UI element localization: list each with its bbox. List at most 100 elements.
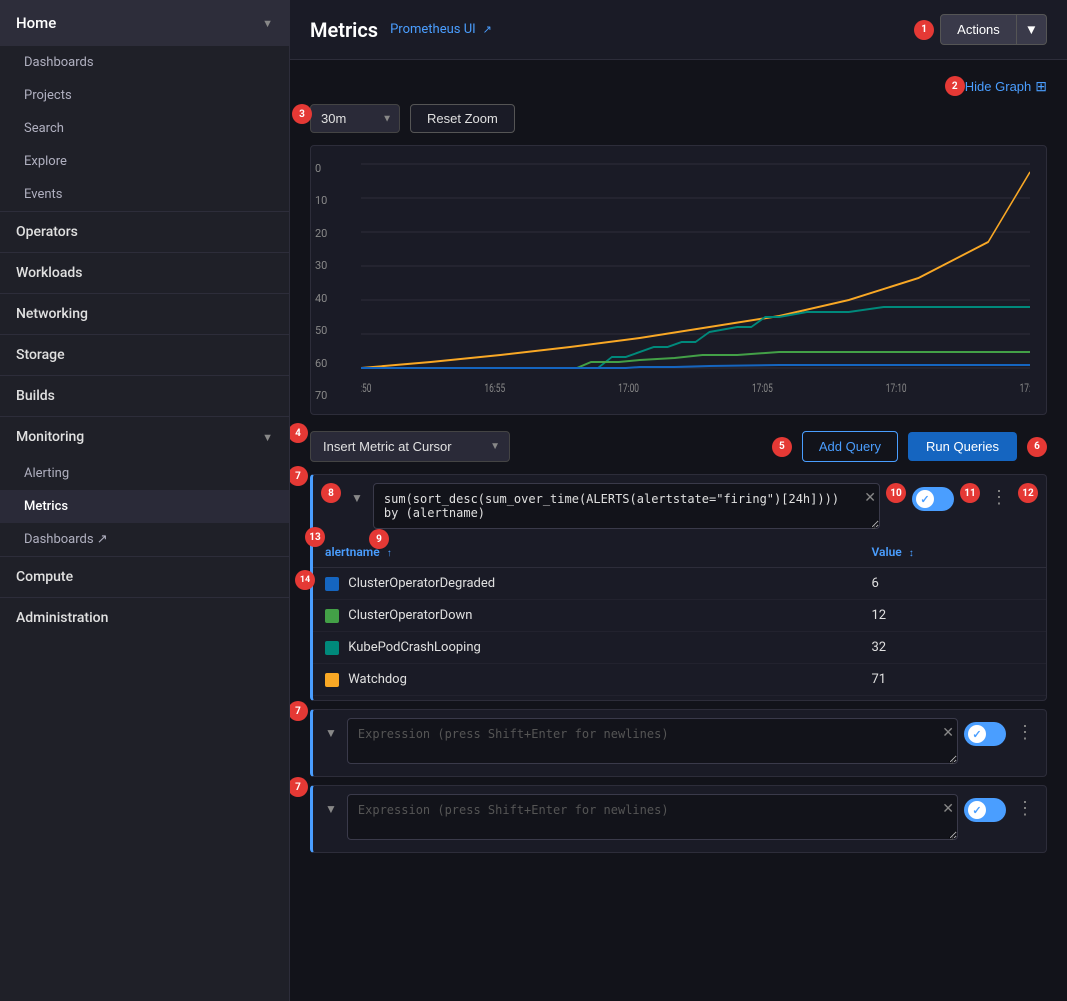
builds-label: Builds — [16, 388, 55, 404]
badge-7c: 7 — [290, 777, 308, 797]
time-select-wrap: 30m 1h 3h 6h 12h 1d — [310, 104, 400, 133]
storage-label: Storage — [16, 347, 65, 363]
sidebar-item-metrics[interactable]: Metrics — [0, 490, 289, 523]
actions-button-group: Actions ▼ — [940, 14, 1047, 45]
graph-toolbar: 2 Hide Graph ⊞ — [310, 76, 1047, 96]
collapse-button-2[interactable]: ▼ — [321, 722, 341, 744]
query-textarea-wrap-3: ✕ ⌟ — [347, 794, 958, 844]
color-swatch — [325, 641, 339, 655]
query-clear-button-1[interactable]: ✕ — [864, 489, 876, 506]
insert-metric-select[interactable]: Insert Metric at Cursor — [310, 431, 510, 462]
badge-2: 2 — [945, 76, 965, 96]
monitoring-chevron-icon: ▼ — [262, 431, 273, 444]
sidebar-section-administration[interactable]: Administration — [0, 597, 289, 638]
run-queries-button[interactable]: Run Queries — [908, 432, 1017, 461]
sidebar-item-projects[interactable]: Projects — [0, 79, 289, 112]
networking-label: Networking — [16, 306, 88, 322]
query-clear-button-3[interactable]: ✕ — [942, 800, 954, 817]
badge-9: 9 — [369, 529, 389, 549]
results-table-body: 14 ClusterOperatorDegraded 6 ClusterOper… — [313, 568, 1046, 696]
svg-text:16:55: 16:55 — [484, 380, 505, 395]
reset-zoom-button[interactable]: Reset Zoom — [410, 104, 515, 133]
sidebar-item-events[interactable]: Events — [0, 178, 289, 211]
more-options-button-3[interactable]: ⋮ — [1012, 796, 1038, 821]
col-alertname-header[interactable]: 13 alertname ↑ — [313, 537, 860, 568]
query-clear-button-2[interactable]: ✕ — [942, 724, 954, 741]
expr-row-2-wrap: 7 ▼ ✕ ⌟ ⋮ — [310, 709, 1047, 777]
sort-icon: ↑ — [387, 548, 392, 559]
sidebar: Home ▼ Dashboards Projects Search Explor… — [0, 0, 290, 1001]
workloads-label: Workloads — [16, 265, 82, 281]
add-query-button[interactable]: Add Query — [802, 431, 898, 462]
chart-container: 70 60 50 40 30 20 10 0 — [310, 145, 1047, 415]
home-subitems: Dashboards Projects Search Explore Event… — [0, 46, 289, 211]
sidebar-section-builds[interactable]: Builds — [0, 375, 289, 416]
graph-section: 2 Hide Graph ⊞ 3 30m 1h 3h 6h 12h 1d — [290, 60, 1067, 431]
color-swatch — [325, 577, 339, 591]
sidebar-item-dashboards-ext[interactable]: Dashboards ↗ — [0, 523, 289, 556]
sidebar-item-search[interactable]: Search — [0, 112, 289, 145]
graph-controls: 30m 1h 3h 6h 12h 1d Reset Zoom — [310, 104, 1047, 133]
main-header: Metrics Prometheus UI ↗ 1 Actions ▼ — [290, 0, 1067, 60]
badge-11: 11 — [960, 483, 980, 503]
sidebar-section-workloads[interactable]: Workloads — [0, 252, 289, 293]
query-input-3[interactable] — [347, 794, 958, 840]
actions-caret-button[interactable]: ▼ — [1017, 14, 1047, 45]
resize-handle-1: ⌟ — [871, 520, 876, 531]
query-input-1[interactable] — [373, 483, 880, 529]
col-value-header[interactable]: Value ↕ — [860, 537, 1047, 568]
sidebar-item-explore[interactable]: Explore — [0, 145, 289, 178]
page-title: Metrics — [310, 18, 378, 42]
chart-icon: ⊞ — [1035, 78, 1047, 95]
query-toggle-3[interactable] — [964, 798, 1006, 822]
more-options-button-2[interactable]: ⋮ — [1012, 720, 1038, 745]
query-input-2[interactable] — [347, 718, 958, 764]
hide-graph-button[interactable]: Hide Graph ⊞ — [965, 78, 1047, 95]
sidebar-home[interactable]: Home ▼ — [0, 0, 289, 46]
badge-12: 12 — [1018, 483, 1038, 503]
badge-1: 1 — [914, 20, 934, 40]
badge-5: 5 — [772, 437, 792, 457]
resize-handle-3: ⌟ — [949, 831, 954, 842]
color-swatch — [325, 609, 339, 623]
expr-row-2: ▼ ✕ ⌟ ⋮ — [310, 709, 1047, 777]
badge-8: 8 — [321, 483, 341, 503]
sidebar-section-storage[interactable]: Storage — [0, 334, 289, 375]
svg-text:17:10: 17:10 — [886, 380, 907, 395]
insert-metric-bar: 4 Insert Metric at Cursor 5 Add Query Ru… — [310, 431, 1047, 462]
badge-6: 6 — [1027, 437, 1047, 457]
query-toggle-2[interactable] — [964, 722, 1006, 746]
home-chevron-icon: ▼ — [262, 17, 273, 30]
svg-text:16:50: 16:50 — [361, 380, 372, 395]
badge-4: 4 — [290, 423, 308, 443]
sidebar-section-monitoring[interactable]: Monitoring ▼ — [0, 416, 289, 457]
more-options-button-1[interactable]: ⋮ — [986, 485, 1012, 510]
sidebar-item-alerting[interactable]: Alerting — [0, 457, 289, 490]
external-link-icon: ↗ — [483, 23, 492, 36]
collapse-button-1[interactable]: ▼ — [347, 487, 367, 509]
badge-13: 13 — [305, 527, 325, 547]
monitoring-subitems: Alerting Metrics Dashboards ↗ — [0, 457, 289, 556]
table-row: ClusterOperatorDown 12 — [313, 600, 1046, 632]
badge-10: 10 — [886, 483, 906, 503]
sidebar-section-networking[interactable]: Networking — [0, 293, 289, 334]
table-row: KubePodCrashLooping 32 — [313, 632, 1046, 664]
sidebar-section-operators[interactable]: Operators — [0, 211, 289, 252]
sidebar-section-compute[interactable]: Compute — [0, 556, 289, 597]
prometheus-link[interactable]: Prometheus UI ↗ — [390, 22, 492, 37]
operators-label: Operators — [16, 224, 78, 240]
sidebar-item-dashboards[interactable]: Dashboards — [0, 46, 289, 79]
chart-svg: 16:50 16:55 17:00 17:05 17:10 17:15 — [361, 162, 1030, 402]
badge-14: 14 — [295, 570, 315, 590]
badge-7a: 7 — [290, 466, 308, 486]
resize-handle-2: ⌟ — [949, 755, 954, 766]
collapse-button-3[interactable]: ▼ — [321, 798, 341, 820]
query-textarea-wrap-1: ✕ ⌟ — [373, 483, 880, 533]
main-content: Metrics Prometheus UI ↗ 1 Actions ▼ 2 Hi… — [290, 0, 1067, 1001]
actions-main-button[interactable]: Actions — [940, 14, 1017, 45]
chart-y-labels: 70 60 50 40 30 20 10 0 — [315, 162, 327, 402]
query-section: 4 Insert Metric at Cursor 5 Add Query Ru… — [290, 431, 1067, 877]
query-toggle-1[interactable] — [912, 487, 954, 511]
badge-3: 3 — [292, 104, 312, 124]
time-range-select[interactable]: 30m 1h 3h 6h 12h 1d — [310, 104, 400, 133]
